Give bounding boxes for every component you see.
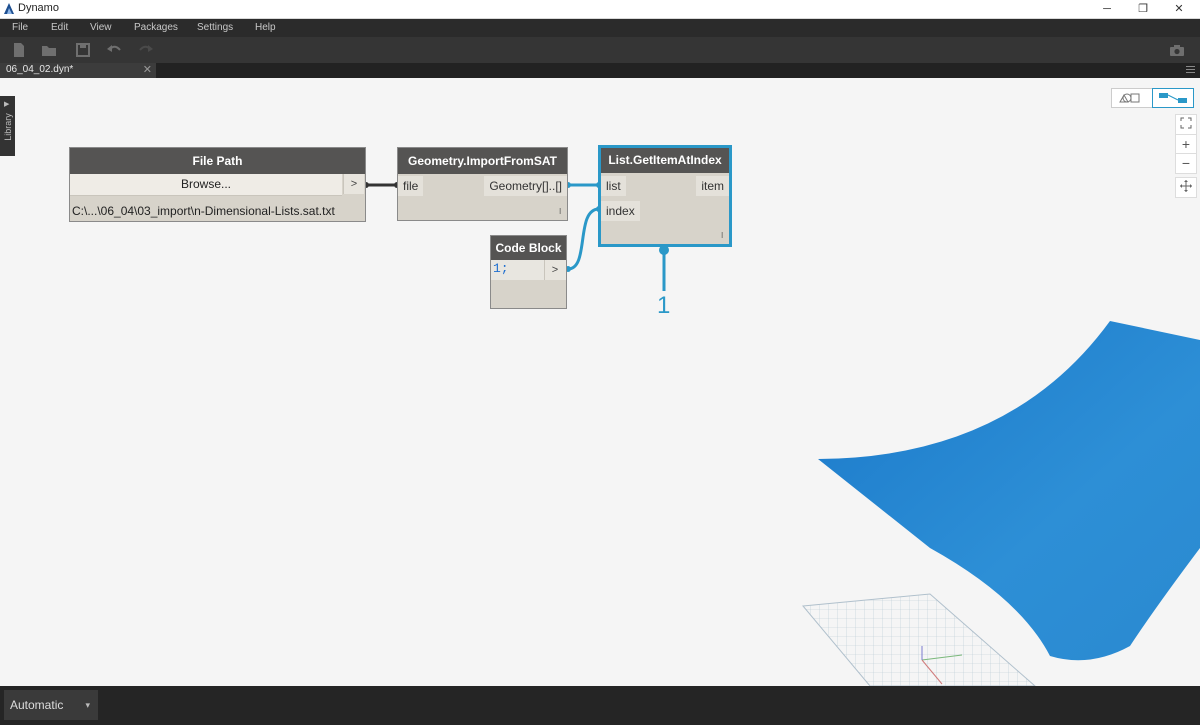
lacing-indicator: l [559,207,561,216]
output-port-item[interactable]: item [696,176,729,196]
close-button[interactable]: ✕ [1160,0,1198,18]
dynamo-logo-icon [4,3,14,14]
lacing-indicator: l [721,231,723,240]
node-file-path[interactable]: File Path Browse... > C:\...\06_04\03_im… [69,147,366,222]
input-port-list[interactable]: list [601,176,626,196]
graph-view-button[interactable] [1152,88,1194,108]
node-title: Geometry.ImportFromSAT [398,148,567,174]
file-path-value: C:\...\06_04\03_import\n-Dimensional-Lis… [72,204,335,218]
menu-help[interactable]: Help [255,19,276,37]
library-panel-toggle[interactable]: ▶ Library [0,96,15,156]
fit-view-button[interactable] [1175,114,1197,135]
pan-icon [1180,180,1192,192]
menu-icon[interactable] [1186,65,1195,74]
toolbar [0,37,1200,63]
geometry-view-icon [1119,93,1140,103]
pan-button[interactable] [1175,177,1197,198]
tab-label: 06_04_02.dyn* [6,64,74,75]
status-bar: Automatic ▾ [0,686,1200,725]
chevron-down-icon: ▾ [85,700,90,710]
fit-view-icon [1180,117,1192,129]
node-title: List.GetItemAtIndex [601,148,729,173]
input-port-file[interactable]: file [398,176,424,196]
save-icon[interactable] [74,41,92,59]
node-title: Code Block [491,236,566,260]
wire-index [567,207,600,271]
menu-edit[interactable]: Edit [51,19,68,37]
zoom-out-button[interactable]: − [1175,153,1197,174]
undo-icon[interactable] [105,41,123,59]
geometry-view-button[interactable] [1111,88,1153,108]
menu-view[interactable]: View [90,19,112,37]
output-port[interactable]: > [343,174,364,194]
camera-icon[interactable] [1168,41,1186,59]
node-import-from-sat[interactable]: Geometry.ImportFromSAT file Geometry[]..… [397,147,568,221]
output-port-geometry[interactable]: Geometry[]..[] [484,176,567,196]
graph-view-icon [1159,93,1187,103]
run-mode-value: Automatic [10,698,64,712]
node-get-item-at-index[interactable]: List.GetItemAtIndex list index item l [598,145,732,247]
open-file-icon[interactable] [40,41,58,59]
restore-button[interactable]: ❐ [1124,0,1162,18]
watch-value: 1 [657,292,671,319]
title-bar: Dynamo ─ ❐ ✕ [0,0,1200,19]
menu-bar: File Edit View Packages Settings Help [0,19,1200,37]
menu-packages[interactable]: Packages [134,19,178,37]
input-port-index[interactable]: index [601,201,640,221]
close-tab-icon[interactable]: ✕ [143,63,152,76]
zoom-in-button[interactable]: + [1175,134,1197,155]
browse-button[interactable]: Browse... [70,174,342,196]
node-code-block[interactable]: Code Block 1; > [490,235,567,309]
menu-file[interactable]: File [12,19,28,37]
workspace-canvas[interactable]: ▶ Library + − File Path Browse... > C:\.… [0,78,1200,686]
window-title: Dynamo [18,2,59,14]
node-title: File Path [70,148,365,174]
tab-bar: 06_04_02.dyn* ✕ [0,63,1200,78]
new-file-icon[interactable] [10,41,28,59]
menu-settings[interactable]: Settings [197,19,233,37]
minimize-button[interactable]: ─ [1088,0,1126,18]
redo-icon[interactable] [137,41,155,59]
run-mode-select[interactable]: Automatic ▾ [4,690,98,720]
tab-workspace[interactable]: 06_04_02.dyn* ✕ [0,63,156,78]
output-port[interactable]: > [544,260,565,280]
code-text: 1; [493,261,509,276]
library-label: Library [3,113,13,141]
